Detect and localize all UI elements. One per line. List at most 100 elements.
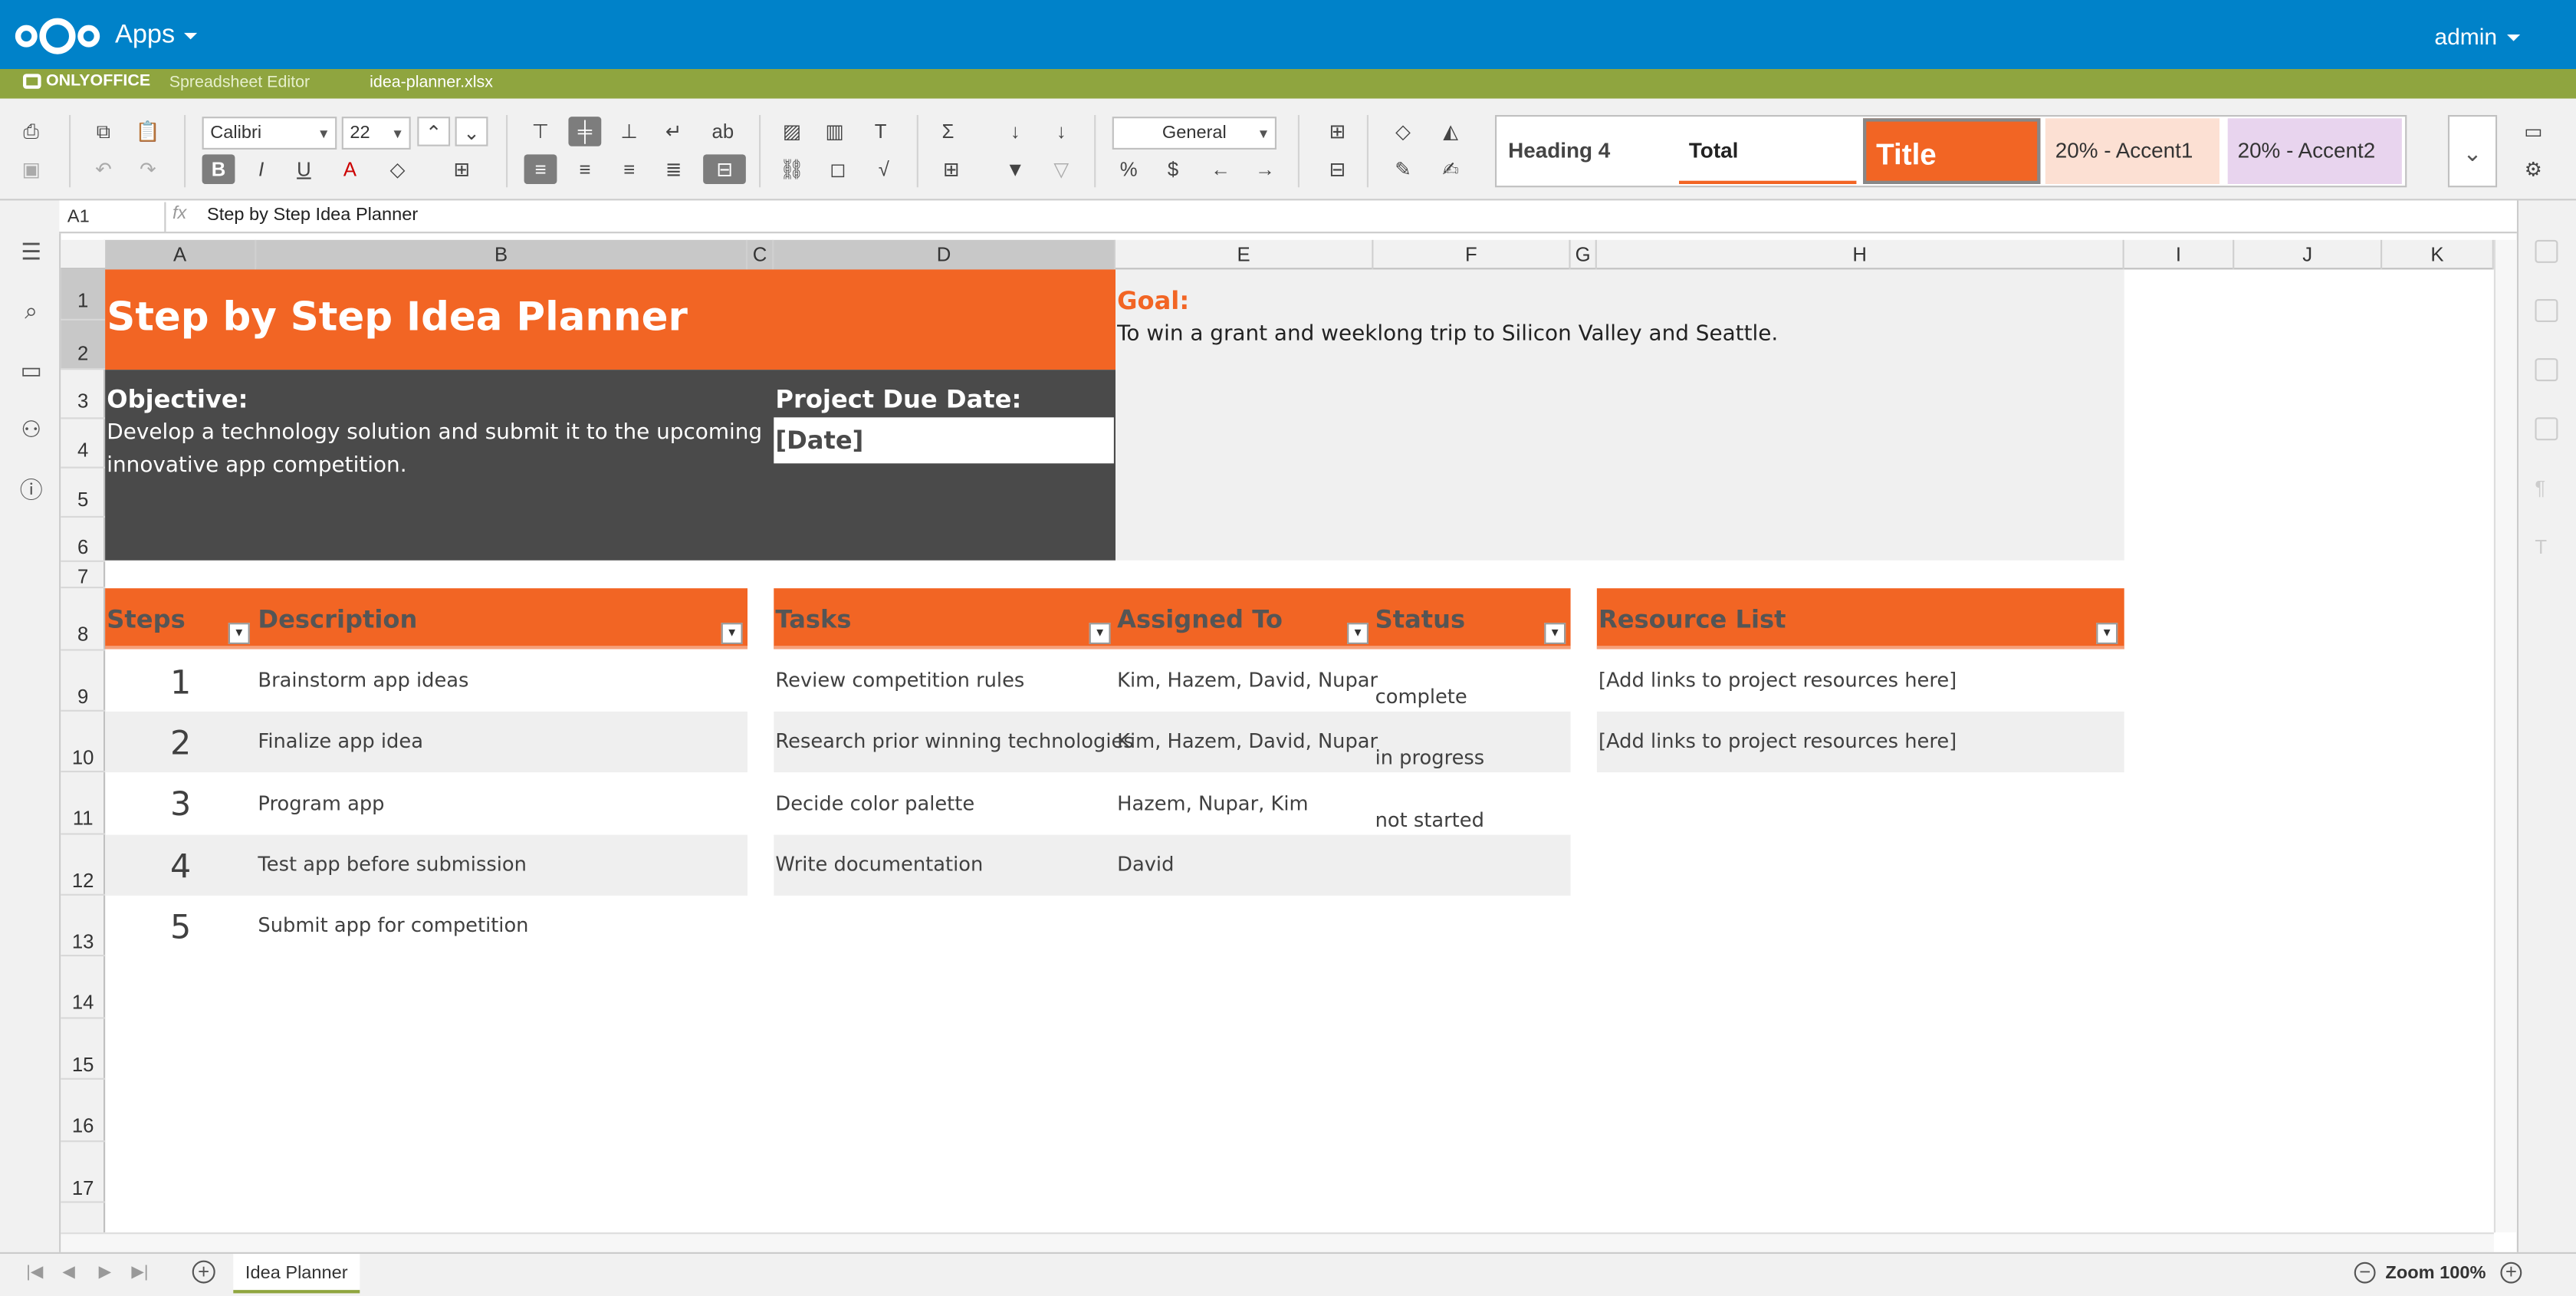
task-status[interactable]: not started	[1375, 808, 1484, 831]
row-header-16[interactable]: 16	[61, 1080, 106, 1143]
insert-textbox-icon[interactable]: T	[864, 117, 897, 146]
percent-icon[interactable]: %	[1112, 154, 1145, 184]
file-icon[interactable]: ☰	[15, 235, 48, 268]
column-header-c[interactable]: C	[747, 239, 774, 270]
header-steps[interactable]: Steps	[107, 605, 185, 635]
filter-dropdown-icon[interactable]: ▼	[228, 623, 250, 644]
cell-settings-icon[interactable]	[2535, 239, 2558, 263]
hyperlink-icon[interactable]: ⛓	[775, 154, 808, 184]
redo-icon[interactable]: ↷	[131, 154, 164, 184]
row-header-1[interactable]: 1	[61, 269, 106, 321]
copy-icon[interactable]: ⧉	[87, 117, 120, 146]
user-menu-button[interactable]: admin	[2434, 23, 2521, 49]
step-number[interactable]: 4	[105, 847, 256, 886]
decrease-decimal-icon[interactable]: ←	[1204, 154, 1237, 184]
vertical-scrollbar[interactable]	[2493, 239, 2517, 1233]
insert-image-icon[interactable]: ▨	[775, 117, 808, 146]
due-date-value[interactable]: [Date]	[775, 426, 863, 456]
font-color-icon[interactable]: A	[334, 154, 366, 184]
table-template-icon[interactable]: ⊞	[935, 154, 968, 184]
row-header-14[interactable]: 14	[61, 956, 106, 1019]
insert-cells-icon[interactable]: ⊞	[1321, 117, 1354, 146]
step-description[interactable]: Finalize app idea	[258, 729, 423, 752]
filter-dropdown-icon[interactable]: ▼	[2096, 623, 2118, 644]
task-assignee[interactable]: Kim, Hazem, David, Nupar	[1117, 729, 1378, 752]
row-header-13[interactable]: 13	[61, 896, 106, 957]
column-header-k[interactable]: K	[2382, 239, 2494, 270]
column-header-b[interactable]: B	[256, 239, 748, 270]
clear-icon[interactable]: ◇	[1387, 117, 1420, 146]
insert-function-icon[interactable]: √	[867, 154, 900, 184]
row-header-12[interactable]: 12	[61, 835, 106, 896]
search-icon[interactable]: ⌕	[15, 294, 48, 327]
zoom-out-icon[interactable]: −	[2354, 1261, 2376, 1284]
goal-label[interactable]: Goal:	[1117, 286, 1189, 316]
font-size-select[interactable]: 22 ▼	[341, 117, 411, 150]
task-assignee[interactable]: Hazem, Nupar, Kim	[1117, 792, 1308, 815]
currency-icon[interactable]: $	[1157, 154, 1190, 184]
column-header-j[interactable]: J	[2234, 239, 2383, 270]
row-header-4[interactable]: 4	[61, 419, 106, 469]
increase-font-icon[interactable]: ⌃	[417, 117, 451, 146]
filter-icon[interactable]: ▼	[999, 154, 1032, 184]
row-header-15[interactable]: 15	[61, 1019, 106, 1080]
goal-text[interactable]: To win a grant and weeklong trip to Sili…	[1117, 322, 1778, 347]
settings-gear-icon[interactable]: ⚙	[2517, 154, 2550, 184]
delete-cells-icon[interactable]: ⊟	[1321, 154, 1354, 184]
sum-icon[interactable]: Σ	[932, 117, 964, 146]
number-format-select[interactable]: General ▼	[1112, 117, 1276, 150]
font-name-select[interactable]: Calibri ▼	[202, 117, 337, 150]
align-left-icon[interactable]: ≡	[524, 154, 557, 184]
step-number[interactable]: 5	[105, 907, 256, 946]
named-ranges-icon[interactable]: ✍	[1434, 154, 1467, 184]
filter-dropdown-icon[interactable]: ▼	[721, 623, 743, 644]
row-header-8[interactable]: 8	[61, 588, 106, 651]
step-description[interactable]: Test app before submission	[258, 853, 527, 876]
task-status[interactable]: in progress	[1375, 746, 1485, 769]
filter-dropdown-icon[interactable]: ▼	[1544, 623, 1566, 644]
column-header-g[interactable]: G	[1571, 239, 1597, 270]
justify-icon[interactable]: ≣	[657, 154, 690, 184]
borders-icon[interactable]: ⊞	[445, 154, 478, 184]
objective-label[interactable]: Objective:	[107, 384, 248, 414]
style-accent2[interactable]: 20% - Accent2	[2227, 118, 2402, 184]
add-sheet-icon[interactable]: +	[192, 1260, 215, 1284]
image-settings-icon[interactable]	[2535, 358, 2558, 382]
apps-menu-button[interactable]: Apps	[115, 21, 199, 51]
column-header-h[interactable]: H	[1597, 239, 2124, 270]
sort-descending-icon[interactable]: ↓	[1045, 117, 1078, 146]
last-sheet-icon[interactable]: ▶|	[131, 1264, 148, 1282]
step-description[interactable]: Program app	[258, 792, 384, 815]
step-description[interactable]: Brainstorm app ideas	[258, 669, 468, 692]
column-header-d[interactable]: D	[774, 239, 1116, 270]
objective-line-1[interactable]: Develop a technology solution and submit…	[107, 421, 762, 446]
column-header-e[interactable]: E	[1116, 239, 1374, 270]
objective-line-2[interactable]: innovative app competition.	[107, 453, 406, 478]
filter-dropdown-icon[interactable]: ▼	[1347, 623, 1368, 644]
row-header-7[interactable]: 7	[61, 562, 106, 589]
decrease-font-icon[interactable]: ⌄	[455, 117, 488, 146]
orientation-icon[interactable]: ab	[706, 117, 739, 146]
filter-dropdown-icon[interactable]: ▼	[1089, 623, 1111, 644]
row-header-2[interactable]: 2	[61, 320, 106, 370]
header-tasks[interactable]: Tasks	[775, 605, 851, 635]
save-icon[interactable]: ▣	[15, 154, 48, 184]
style-accent1[interactable]: 20% - Accent1	[2045, 118, 2220, 184]
task-status[interactable]: complete	[1375, 686, 1467, 709]
sheet-title[interactable]: Step by Step Idea Planner	[107, 294, 688, 340]
task-name[interactable]: Decide color palette	[775, 792, 974, 815]
align-bottom-icon[interactable]: ⊥	[613, 117, 646, 146]
task-name[interactable]: Write documentation	[775, 853, 983, 876]
sort-ascending-icon[interactable]: ↓	[999, 117, 1032, 146]
conditional-format-icon[interactable]: ◭	[1434, 117, 1467, 146]
formula-input[interactable]: Step by Step Idea Planner	[207, 206, 418, 225]
copy-style-icon[interactable]: ✎	[1387, 154, 1420, 184]
row-header-10[interactable]: 10	[61, 712, 106, 773]
underline-icon[interactable]: U	[288, 154, 320, 184]
row-header-6[interactable]: 6	[61, 518, 106, 562]
table-settings-icon[interactable]	[2535, 299, 2558, 322]
cell-name-box[interactable]: A1	[61, 202, 166, 232]
row-header-9[interactable]: 9	[61, 651, 106, 712]
increase-decimal-icon[interactable]: →	[1249, 154, 1282, 184]
sheet-tab-idea-planner[interactable]: Idea Planner	[233, 1254, 360, 1294]
